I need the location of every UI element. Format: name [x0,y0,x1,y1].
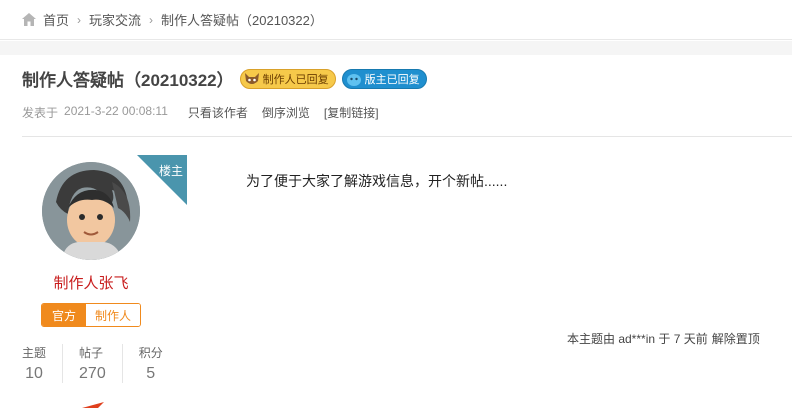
reverse-order-link[interactable]: 倒序浏览 [262,104,310,121]
posted-time: 2021-3-22 00:08:11 [64,104,168,118]
official-tag: 官方 [42,304,86,326]
posted-label: 发表于 [22,106,59,120]
post-meta: 发表于 2021-3-22 00:08:11 只看该作者 倒序浏览 [复制链接] [22,104,379,121]
chevron-right-icon: › [77,12,82,27]
breadcrumb-thread-link[interactable]: 制作人答疑帖（20210322） [161,10,323,29]
unpin-link[interactable]: 解除置顶 [712,332,760,346]
thread-title-row: 制作人答疑帖（20210322） 制作人已回复 版主已回复 [22,66,427,91]
role-tags: 官方 制作人 [41,303,141,327]
chevron-right-icon: › [149,12,154,27]
stat-points[interactable]: 积分 5 [139,344,179,383]
stat-label: 主题 [22,346,47,360]
post-content: 为了便于大家了解游戏信息，开个新帖...... [246,173,508,189]
mod-replied-badge: 版主已回复 [341,68,427,89]
pin-info-text: 本主题由 ad***in 于 7 天前 [567,332,708,346]
maker-replied-badge: 制作人已回复 [239,68,336,89]
author-name[interactable]: 制作人张飞 [0,272,182,293]
section-gap [0,41,792,55]
breadcrumb-forum-link[interactable]: 玩家交流 [89,10,141,29]
stat-value: 5 [146,365,156,382]
decorative-mark [82,402,104,408]
mod-replied-label: 版主已回复 [364,73,420,86]
breadcrumb: 首页 › 玩家交流 › 制作人答疑帖（20210322） [0,0,792,40]
stat-posts[interactable]: 帖子 270 [79,344,123,383]
divider [22,136,792,137]
pin-info: 本主题由 ad***in 于 7 天前 解除置顶 [567,330,760,347]
floor-tag: 楼主 [137,155,187,205]
author-stats: 主题 10 帖子 270 积分 5 [22,344,195,383]
stat-value: 270 [79,365,106,382]
stat-label: 积分 [138,346,163,360]
breadcrumb-home-link[interactable]: 首页 [43,10,69,29]
stat-topics[interactable]: 主题 10 [22,344,64,383]
thread-title: 制作人答疑帖（20210322） [22,71,234,90]
avatar-image [42,162,140,260]
copy-link-button[interactable]: [复制链接] [324,104,379,121]
stat-value: 10 [25,365,43,382]
home-icon[interactable] [22,13,36,26]
floor-tag-label: 楼主 [159,164,184,178]
maker-replied-label: 制作人已回复 [262,73,329,86]
only-author-link[interactable]: 只看该作者 [188,104,248,121]
maker-tag: 制作人 [86,304,140,326]
raccoon-icon [244,72,259,84]
stat-label: 帖子 [79,346,104,360]
mascot-icon [346,73,361,86]
avatar[interactable] [42,162,140,260]
